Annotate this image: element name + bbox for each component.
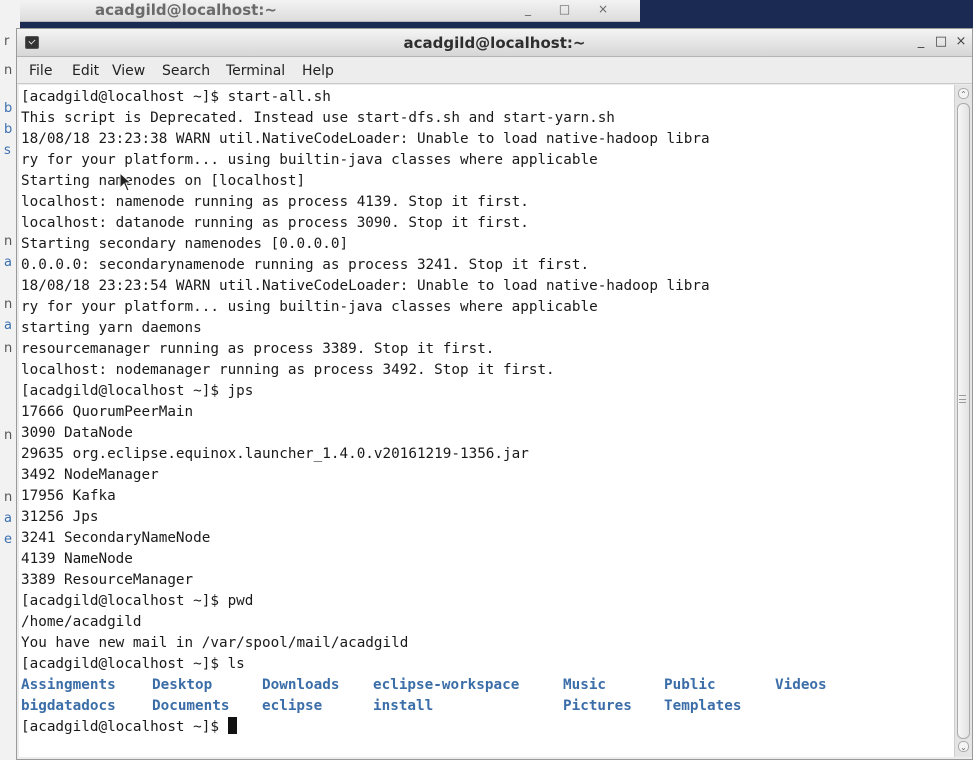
background-text-fragment: n [4, 428, 13, 443]
scroll-down-icon[interactable]: ⌄ [958, 741, 969, 752]
terminal-line: [acadgild@localhost ~]$ ls [21, 656, 245, 672]
background-text-fragment: n [4, 490, 13, 505]
background-text-fragment: n [4, 234, 13, 249]
menu-bar: File Edit View Search Terminal Help [17, 58, 972, 84]
terminal-line: [acadgild@localhost ~]$ start-all.sh [21, 89, 331, 105]
terminal-line: 0.0.0.0: secondarynamenode running as pr… [21, 257, 590, 273]
scrollbar[interactable]: ⌃ ⌄ [954, 85, 972, 757]
terminal-line: This script is Deprecated. Instead use s… [21, 110, 615, 126]
terminal-window: acadgild@localhost:~ _ □ × File Edit Vie… [16, 28, 973, 760]
terminal-line: 4139 NameNode [21, 551, 133, 567]
terminal-line: starting yarn daemons [21, 320, 202, 336]
scrollbar-grip-icon [959, 395, 966, 403]
directory-entry: Documents [152, 698, 230, 714]
menu-search[interactable]: Search [162, 58, 210, 84]
terminal-line: You have new mail in /var/spool/mail/aca… [21, 635, 409, 651]
desktop: acadgild@localhost:~ _ □ × rnbbsnanannna… [0, 0, 973, 760]
background-text-fragment: a [4, 255, 12, 270]
directory-entry: Pictures [563, 698, 632, 714]
menu-view[interactable]: View [112, 58, 145, 84]
scroll-up-icon[interactable]: ⌃ [958, 88, 969, 99]
background-text-fragment: n [4, 297, 13, 312]
directory-entry: Videos [775, 677, 827, 693]
terminal-line: 3492 NodeManager [21, 467, 159, 483]
terminal-line: 3090 DataNode [21, 425, 133, 441]
terminal-line: 3241 SecondaryNameNode [21, 530, 211, 546]
menu-edit[interactable]: Edit [72, 58, 99, 84]
close-button[interactable]: × [952, 32, 970, 52]
text-cursor [227, 717, 237, 734]
terminal-line: ry for your platform... using builtin-ja… [21, 299, 598, 315]
directory-entry: Music [563, 677, 607, 693]
terminal-line: Starting secondary namenodes [0.0.0.0] [21, 236, 349, 252]
terminal-line: localhost: namenode running as process 4… [21, 194, 529, 210]
menu-file[interactable]: File [29, 58, 52, 84]
background-text-fragment: e [4, 532, 12, 547]
terminal-line: 17666 QuorumPeerMain [21, 404, 194, 420]
directory-entry: Templates [664, 698, 742, 714]
background-text-fragment: r [4, 34, 10, 49]
background-window-controls[interactable]: _ □ × [525, 2, 620, 16]
directory-entry: Assingments [21, 677, 116, 693]
terminal-line: localhost: datanode running as process 3… [21, 215, 529, 231]
background-text-fragment: b [4, 122, 13, 137]
terminal-output[interactable]: [acadgild@localhost ~]$ start-all.sh This… [19, 85, 954, 757]
terminal-line: 18/08/18 23:23:38 WARN util.NativeCodeLo… [21, 131, 710, 147]
background-text-fragment: s [4, 143, 11, 158]
terminal-line: 17956 Kafka [21, 488, 116, 504]
menu-help[interactable]: Help [302, 58, 334, 84]
menu-terminal[interactable]: Terminal [226, 58, 285, 84]
terminal-line: [acadgild@localhost ~]$ pwd [21, 593, 254, 609]
background-text-fragment: b [4, 101, 13, 116]
terminal-line: [acadgild@localhost ~]$ jps [21, 383, 254, 399]
directory-entry: eclipse [262, 698, 323, 714]
background-window-titlebar[interactable]: acadgild@localhost:~ _ □ × [0, 0, 640, 22]
directory-entry: Public [664, 677, 716, 693]
prompt-text: [acadgild@localhost ~]$ [21, 719, 228, 735]
background-text-fragment: n [4, 341, 13, 356]
terminal-line: ry for your platform... using builtin-ja… [21, 152, 598, 168]
terminal-line: /home/acadgild [21, 614, 142, 630]
directory-entry: eclipse-workspace [373, 677, 520, 693]
background-text-fragment: a [4, 511, 12, 526]
directory-entry: Downloads [262, 677, 340, 693]
window-title: acadgild@localhost:~ [403, 34, 586, 52]
directory-entry: install [373, 698, 434, 714]
terminal-line: 31256 Jps [21, 509, 99, 525]
terminal-line: 18/08/18 23:23:54 WARN util.NativeCodeLo… [21, 278, 710, 294]
minimize-button[interactable]: _ [912, 32, 930, 52]
background-text-fragment: a [4, 318, 12, 333]
command-prompt[interactable]: [acadgild@localhost ~]$ [21, 717, 237, 738]
window-titlebar[interactable]: acadgild@localhost:~ _ □ × [17, 29, 972, 57]
terminal-line: Starting namenodes on [localhost] [21, 173, 306, 189]
maximize-button[interactable]: □ [932, 32, 950, 52]
background-text-fragment: n [4, 63, 13, 78]
terminal-line: localhost: nodemanager running as proces… [21, 362, 555, 378]
terminal-line: 29635 org.eclipse.equinox.launcher_1.4.0… [21, 446, 529, 462]
directory-entry: bigdatadocs [21, 698, 116, 714]
background-window-title: acadgild@localhost:~ [95, 1, 277, 19]
directory-entry: Desktop [152, 677, 213, 693]
terminal-line: resourcemanager running as process 3389.… [21, 341, 495, 357]
scrollbar-thumb[interactable] [957, 103, 970, 739]
terminal-line: 3389 ResourceManager [21, 572, 194, 588]
